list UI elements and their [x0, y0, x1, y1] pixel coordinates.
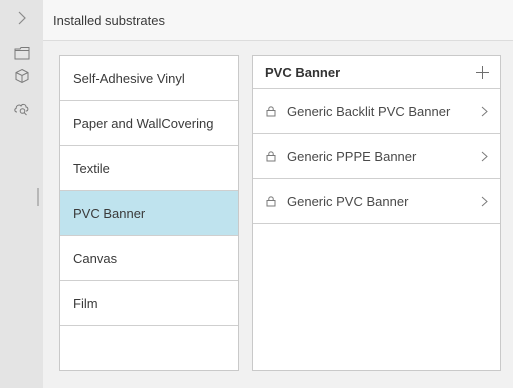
chevron-right-icon: [481, 196, 488, 207]
substrate-item-label: Generic Backlit PVC Banner: [287, 103, 451, 119]
substrate-item-pvc-banner[interactable]: Generic PVC Banner: [253, 179, 500, 224]
rail-cloud-search-button[interactable]: [0, 99, 43, 123]
substrate-item-backlit-pvc-banner[interactable]: Generic Backlit PVC Banner: [253, 89, 500, 134]
folder-icon: [14, 46, 30, 65]
chevron-right-icon: [17, 11, 27, 30]
category-label: Self-Adhesive Vinyl: [73, 70, 185, 86]
page-header: Installed substrates: [43, 0, 513, 41]
category-item-self-adhesive-vinyl[interactable]: Self-Adhesive Vinyl: [60, 56, 238, 101]
category-item-paper-wallcovering[interactable]: Paper and WallCovering: [60, 101, 238, 146]
category-label: Canvas: [73, 250, 118, 266]
lock-icon: [265, 195, 279, 207]
chevron-right-icon: [481, 106, 488, 117]
chevron-right-icon: [481, 151, 488, 162]
category-label: Paper and WallCovering: [73, 115, 214, 131]
substrate-item-label: Generic PPPE Banner: [287, 148, 417, 164]
substrate-item-label: Generic PVC Banner: [287, 193, 409, 209]
rail-substrates-button[interactable]: [0, 66, 43, 90]
lock-icon: [265, 150, 279, 162]
lock-icon: [265, 105, 279, 117]
plus-icon[interactable]: [475, 65, 490, 80]
page-title: Installed substrates: [53, 12, 166, 28]
category-label: PVC Banner: [73, 205, 146, 221]
expand-rail-button[interactable]: [0, 0, 43, 40]
category-label: Film: [73, 295, 98, 311]
substrate-categories-list: Self-Adhesive Vinyl Paper and WallCoveri…: [59, 55, 239, 371]
rail-folder-button[interactable]: [0, 43, 43, 67]
cube-icon: [14, 68, 30, 89]
side-rail: [0, 0, 43, 388]
detail-title: PVC Banner: [265, 64, 341, 80]
detail-header: PVC Banner: [253, 56, 500, 89]
rail-resize-handle[interactable]: [37, 188, 39, 206]
category-item-pvc-banner[interactable]: PVC Banner: [60, 191, 238, 236]
substrate-detail-panel: PVC Banner Generic Backlit PVC Banner Ge…: [252, 55, 501, 371]
category-item-canvas[interactable]: Canvas: [60, 236, 238, 281]
category-item-film[interactable]: Film: [60, 281, 238, 326]
cloud-search-icon: [13, 101, 30, 121]
substrate-item-pppe-banner[interactable]: Generic PPPE Banner: [253, 134, 500, 179]
category-label: Textile: [73, 160, 110, 176]
category-item-textile[interactable]: Textile: [60, 146, 238, 191]
